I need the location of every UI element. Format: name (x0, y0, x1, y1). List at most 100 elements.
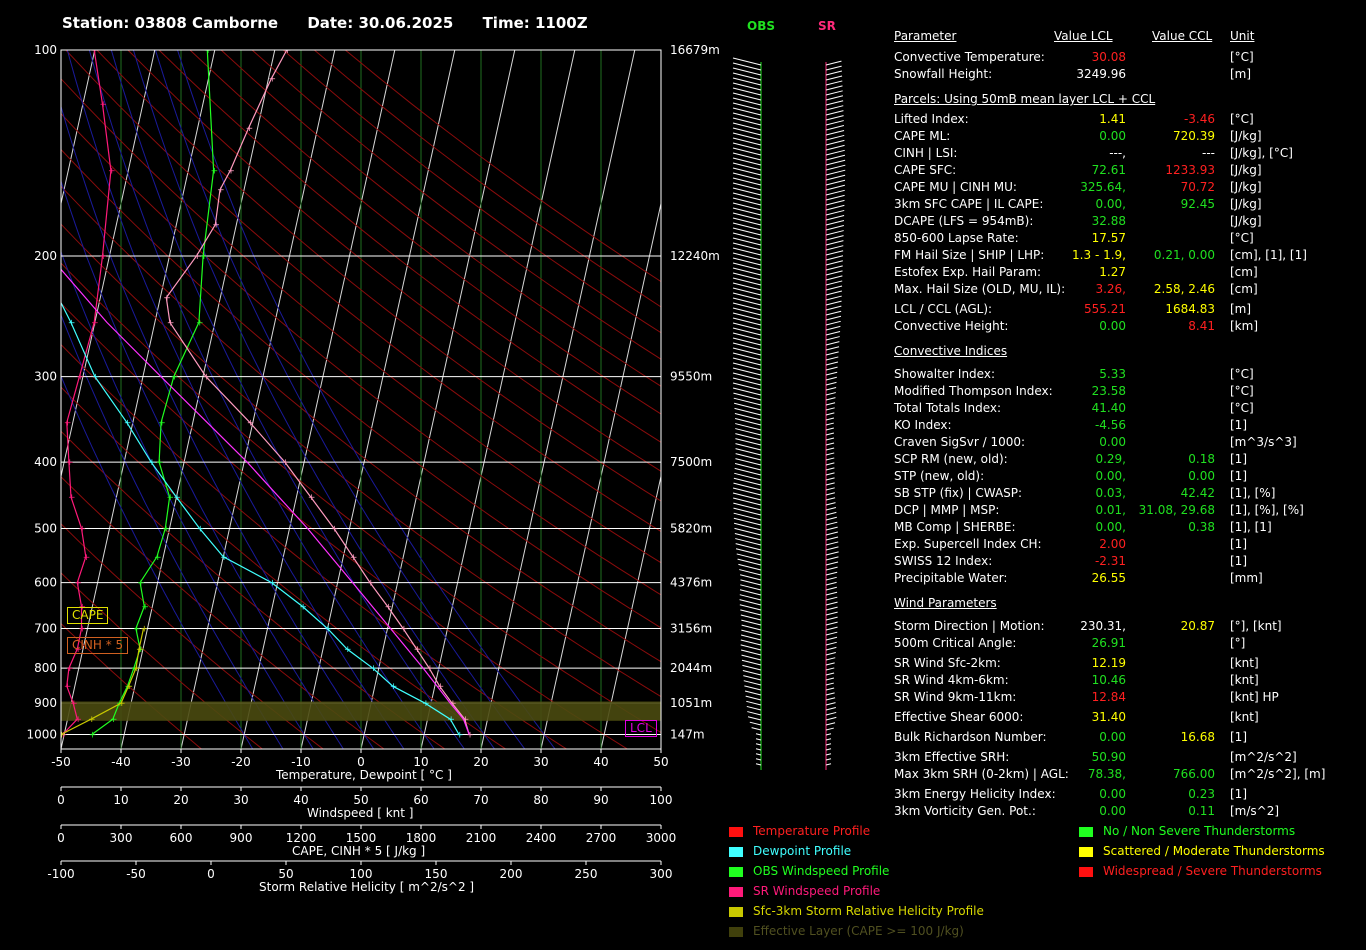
legend-swatch (1079, 846, 1093, 857)
sr-windspeed-profile-point: + (91, 46, 99, 56)
param-unit: [1] (1230, 787, 1247, 801)
pressure-tick-label: 700 (34, 621, 57, 635)
sr-wind-barb (825, 115, 844, 121)
wind-axis-tick-label: 70 (473, 793, 488, 807)
sr-wind-barb (825, 626, 838, 631)
temperature-profile-point: + (308, 493, 316, 503)
param-value-ccl: 0.00 (1188, 469, 1215, 483)
sr-wind-barb (825, 727, 834, 731)
param-unit: [km] (1230, 319, 1259, 333)
sr-wind-barb (825, 270, 843, 276)
pressure-tick-label: 600 (34, 576, 57, 590)
wind-axis-tick-label: 10 (113, 793, 128, 807)
sr-wind-barb (825, 159, 846, 166)
sr-windspeed-profile-point: + (79, 524, 87, 534)
sr-wind-barb (825, 521, 838, 526)
legend-label: Temperature Profile (753, 824, 871, 838)
param-unit: [J/kg] (1230, 163, 1262, 177)
sr-wind-barb (825, 748, 832, 751)
legend-item: No / Non Severe Thunderstorms (1079, 823, 1295, 839)
isotherm-line (600, 473, 661, 749)
legend-label: Effective Layer (CAPE >= 100 J/kg) (753, 924, 964, 938)
temperature-profile-point: + (284, 46, 292, 56)
helicity-profile-point: + (133, 664, 141, 674)
obs-wind-barb (755, 738, 762, 741)
param-unit: [m^2/s^2], [m] (1230, 767, 1326, 781)
sr-wind-barb (825, 621, 838, 626)
param-label: Precipitable Water: (894, 571, 1008, 585)
legend-swatch (729, 826, 743, 837)
sr-wind-barb (825, 677, 835, 681)
obs-column-title: OBS (747, 19, 775, 33)
sr-wind-barb (825, 536, 839, 541)
sr-wind-barb (825, 591, 838, 596)
param-header: Parameter (894, 29, 957, 43)
obs-wind-barb (741, 629, 762, 636)
param-value-ccl: 1684.83 (1165, 302, 1215, 316)
sr-windspeed-profile-point: + (76, 373, 84, 383)
cape-axis-tick-label: 1200 (286, 831, 317, 845)
sr-wind-barb (825, 467, 835, 471)
obs-wind-barb (755, 748, 762, 751)
legend-swatch (1079, 826, 1093, 837)
sr-wind-barb (825, 738, 832, 741)
legend-item: Scattered / Moderate Thunderstorms (1079, 843, 1325, 859)
param-unit: [m^2/s^2] (1230, 750, 1297, 764)
cape-axis-tick-label: 3000 (646, 831, 677, 845)
temperature-axis-tick-label: -20 (231, 755, 251, 769)
sr-wind-barb (825, 743, 832, 746)
sr-windspeed-profile-point: + (83, 553, 91, 563)
dry-adiabat (313, 50, 661, 308)
legend-swatch (729, 926, 743, 937)
helicity-profile-point: + (88, 715, 96, 725)
srh-axis-tick-label: 150 (425, 867, 448, 881)
sr-wind-barb (825, 189, 845, 196)
temperature-profile-point: + (247, 418, 255, 428)
height-tick-label: 9550m (670, 370, 712, 384)
param-label: SR Wind 4km-6km: (894, 673, 1009, 687)
obs-wind-barb (746, 705, 762, 711)
sr-wind-barb (825, 616, 838, 621)
wind-axis-tick-label: 80 (533, 793, 548, 807)
obs-wind-barb (751, 727, 762, 731)
sr-wind-barb (825, 184, 845, 191)
sr-wind-barb (825, 707, 836, 711)
obs-wind-barb (737, 558, 762, 566)
dewpoint-profile-point: + (29, 167, 37, 177)
param-unit: [cm] (1230, 282, 1258, 296)
isotherm-line (721, 50, 870, 749)
param-label: FM Hail Size | SHIP | LHP: (894, 248, 1045, 262)
wind-axis-tick-label: 60 (413, 793, 428, 807)
obs-wind-barb (747, 711, 762, 716)
sr-wind-barb (825, 149, 845, 156)
obs-wind-barb (735, 443, 762, 451)
temperature-axis-tick-label: -40 (111, 755, 131, 769)
param-unit: [knt] (1230, 710, 1259, 724)
sr-wind-barb (825, 397, 836, 401)
cape-badge: CAPE (67, 607, 109, 624)
dewpoint-profile-point: + (370, 664, 378, 674)
param-label: Effective Shear 6000: (894, 710, 1024, 724)
sr-wind-barb (825, 687, 835, 691)
param-value-lcl: 0.00 (1099, 435, 1126, 449)
sr-wind-barb (825, 472, 835, 476)
legend-item: OBS Windspeed Profile (729, 863, 889, 879)
obs-windspeed-profile-point: + (156, 458, 164, 468)
sr-wind-barb (825, 511, 837, 516)
sr-wind-barb (825, 581, 837, 586)
param-unit: [knt] (1230, 673, 1259, 687)
obs-windspeed-profile-point: + (171, 373, 179, 383)
moist-adiabat (177, 50, 556, 749)
param-value-lcl: 72.61 (1091, 163, 1126, 177)
sr-wind-barb (825, 255, 844, 261)
param-unit: [1] (1230, 452, 1247, 466)
obs-windspeed-profile-point: + (204, 46, 212, 56)
sr-wind-barb (825, 541, 839, 546)
param-unit: [°C] (1230, 384, 1254, 398)
param-value-ccl: 16.68 (1180, 730, 1215, 744)
param-value-ccl: 42.42 (1180, 486, 1215, 500)
sr-wind-barb (825, 305, 842, 311)
obs-wind-barb (755, 758, 762, 761)
obs-wind-barb (741, 654, 762, 661)
temperature-axis-tick-label: 40 (593, 755, 608, 769)
